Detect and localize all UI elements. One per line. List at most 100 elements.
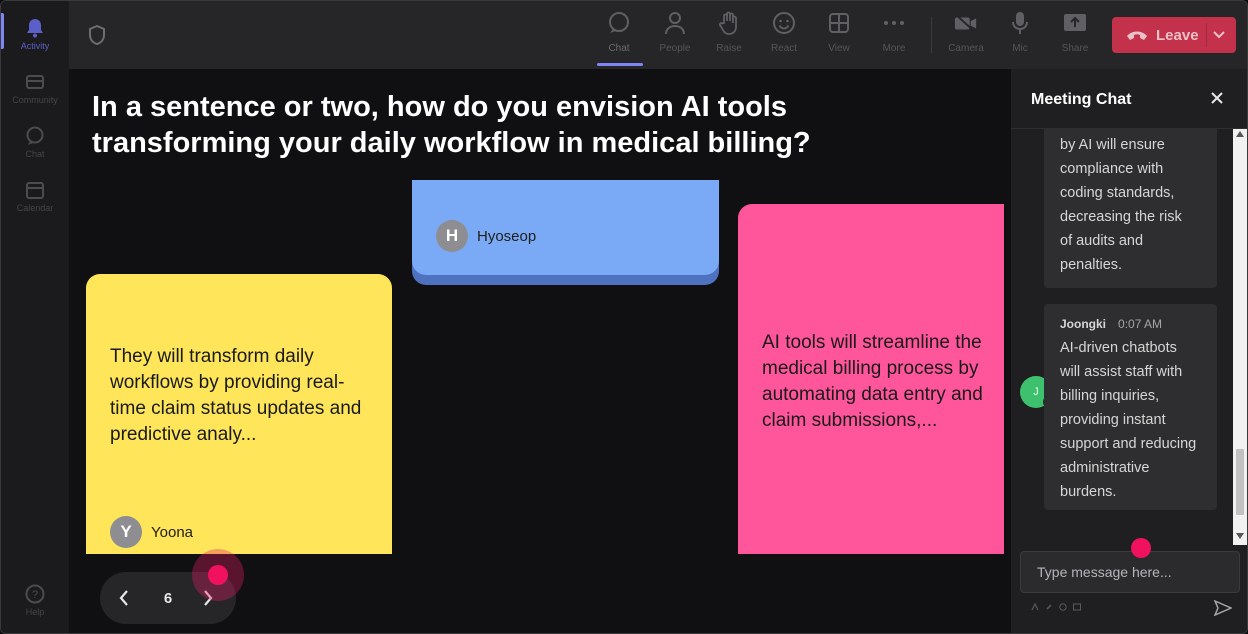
help-icon: ?: [25, 584, 45, 604]
scroll-down-arrow-icon[interactable]: [1236, 533, 1244, 539]
toolbar-label: Camera: [948, 43, 984, 54]
page-number: 6: [163, 590, 173, 607]
meeting-toolbar: Chat People Raise React View More Camera…: [69, 1, 1247, 69]
toolbar-label: Mic: [1012, 43, 1028, 54]
toolbar-raise-button[interactable]: Raise: [702, 11, 756, 61]
toolbar-react-button[interactable]: React: [757, 11, 811, 61]
chat-icon: [607, 11, 631, 35]
app-rail: Activity Community Chat Calendar ? Help: [1, 1, 69, 633]
message-line: by AI will ensure: [1060, 137, 1165, 153]
scroll-up-arrow-icon[interactable]: [1236, 131, 1244, 137]
message-line: of audits and: [1060, 233, 1144, 249]
leave-button[interactable]: Leave: [1112, 17, 1236, 53]
camera-off-icon: [954, 11, 978, 35]
toolbar-label: View: [828, 43, 850, 54]
rail-label: Calendar: [16, 202, 54, 213]
chevron-down-icon[interactable]: [1212, 27, 1226, 45]
note-text: AI tools will streamline the medical bil…: [762, 332, 983, 431]
pointer-dot: [208, 565, 228, 585]
toolbar-label: Raise: [716, 43, 742, 54]
send-icon[interactable]: [1213, 599, 1233, 621]
more-icon: [882, 11, 906, 35]
toolbar-people-button[interactable]: People: [648, 11, 702, 61]
chat-message: by AI will ensure compliance with coding…: [1044, 129, 1217, 288]
note-text: They will transform daily workflows by p…: [110, 346, 362, 445]
pointer-dot: [1131, 538, 1151, 558]
toolbar-camera-button[interactable]: Camera: [939, 11, 993, 61]
leave-divider: [1206, 23, 1207, 47]
toolbar-label: More: [882, 43, 906, 54]
chat-message-input[interactable]: Type message here...: [1020, 551, 1240, 593]
chat-title: Meeting Chat: [1031, 91, 1132, 108]
toolbar-mic-button[interactable]: Mic: [993, 11, 1047, 61]
message-line: coding standards,: [1060, 185, 1175, 201]
toolbar-label: Share: [1061, 43, 1089, 54]
sticky-note-pink[interactable]: AI tools will streamline the medical bil…: [738, 204, 1004, 554]
chat-scrollbar[interactable]: [1233, 129, 1247, 545]
format-toolbar: [1031, 602, 1081, 613]
rail-item-activity[interactable]: Activity: [1, 7, 69, 61]
emoji-icon[interactable]: [1059, 603, 1067, 613]
toolbar-more-button[interactable]: More: [867, 11, 921, 61]
author-name: Yoona: [151, 523, 193, 541]
community-icon: [25, 72, 45, 92]
rail-item-chat[interactable]: Chat: [1, 115, 69, 169]
chevron-left-icon[interactable]: [118, 589, 130, 612]
note-author: Y Yoona: [110, 516, 193, 548]
message-line: administrative: [1060, 460, 1150, 476]
chat-messages[interactable]: by AI will ensure compliance with coding…: [1011, 129, 1233, 545]
message-line: will assist staff with: [1060, 364, 1183, 380]
gif-icon[interactable]: [1073, 603, 1081, 613]
toolbar-share-button[interactable]: Share: [1048, 11, 1102, 61]
message-line: providing instant: [1060, 412, 1166, 428]
message-sender: Joongki: [1060, 317, 1107, 331]
toolbar-view-button[interactable]: View: [812, 11, 866, 61]
raise-hand-icon: [717, 11, 741, 35]
format-icon[interactable]: [1031, 602, 1039, 613]
svg-text:?: ?: [32, 589, 38, 601]
message-time: 0:07 AM: [1118, 317, 1163, 331]
people-icon: [663, 11, 687, 35]
hang-up-icon: [1126, 29, 1148, 41]
shield-icon[interactable]: [88, 24, 106, 50]
toolbar-label: People: [659, 43, 691, 54]
message-line: billing inquiries,: [1060, 388, 1160, 404]
chat-header: Meeting Chat: [1011, 69, 1247, 129]
bell-icon: [25, 18, 45, 38]
rail-item-community[interactable]: Community: [1, 61, 69, 115]
note-author: H Hyoseop: [436, 220, 536, 252]
calendar-icon: [25, 180, 45, 200]
scrollbar-thumb[interactable]: [1236, 449, 1244, 515]
sticky-note-blue[interactable]: H Hyoseop: [412, 180, 719, 275]
message-line: decreasing the risk: [1060, 209, 1182, 225]
toolbar-divider: [931, 17, 932, 53]
leave-label: Leave: [1156, 26, 1199, 44]
author-name: Hyoseop: [477, 227, 537, 245]
close-icon[interactable]: [1210, 91, 1224, 110]
shared-board: In a sentence or two, how do you envisio…: [69, 69, 1011, 633]
board-question: In a sentence or two, how do you envisio…: [92, 91, 811, 159]
avatar: H: [436, 220, 468, 252]
rail-label: Activity: [20, 40, 50, 51]
message-line: penalties.: [1060, 257, 1123, 273]
rail-label: Community: [12, 94, 58, 105]
rail-item-calendar[interactable]: Calendar: [1, 169, 69, 223]
react-icon: [772, 11, 796, 35]
toolbar-label: React: [770, 43, 798, 54]
toolbar-label: Chat: [608, 43, 630, 54]
rail-label: Help: [25, 606, 45, 617]
rail-item-help[interactable]: ? Help: [1, 573, 69, 627]
message-line: AI-driven chatbots: [1060, 340, 1177, 356]
active-tab-indicator: [597, 63, 643, 66]
message-meta: Joongki 0:07 AM: [1060, 312, 1217, 336]
message-line: burdens.: [1060, 484, 1117, 500]
share-icon: [1063, 11, 1087, 35]
attach-icon[interactable]: [1045, 603, 1053, 613]
chat-icon: [25, 126, 45, 146]
message-line: support and reducing: [1060, 436, 1197, 452]
meeting-window: Activity Community Chat Calendar ? Help: [0, 0, 1248, 634]
message-line: compliance with: [1060, 161, 1164, 177]
chat-message: Joongki 0:07 AM AI-driven chatbots will …: [1044, 304, 1217, 510]
toolbar-chat-button[interactable]: Chat: [592, 11, 646, 61]
sticky-note-yellow[interactable]: They will transform daily workflows by p…: [86, 274, 392, 554]
